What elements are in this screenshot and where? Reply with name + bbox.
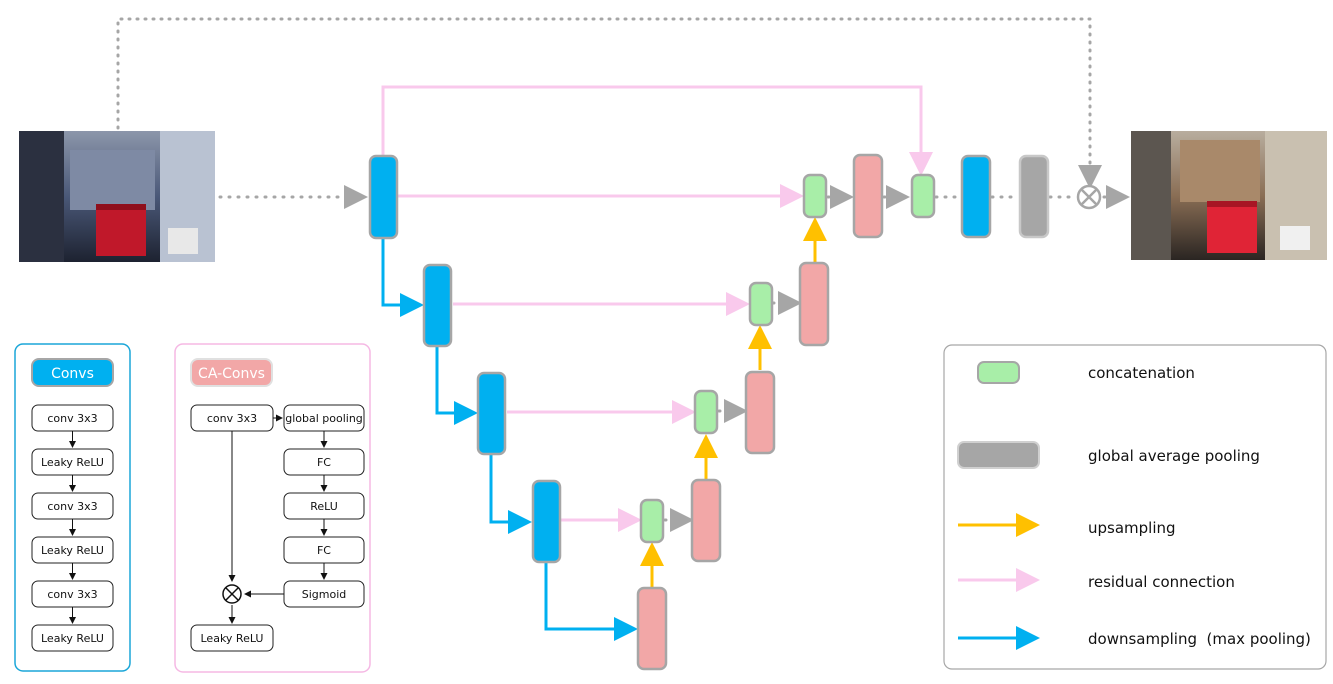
ca-conv-layer: conv 3x3: [207, 412, 257, 425]
residual-top-long: [381, 85, 933, 176]
input-image: [19, 131, 215, 262]
output-image: [1131, 131, 1327, 260]
encoder-conv-block-1: [368, 154, 399, 240]
ca-fc-2: FC: [317, 544, 331, 557]
ca-convs-detail-box: CA-Convs conv 3x3 global pooling FC ReLU…: [174, 343, 371, 673]
convs-layer: conv 3x3: [47, 588, 97, 601]
convs-layer: Leaky ReLU: [41, 632, 104, 645]
legend-label-concatenation: concatenation: [1088, 364, 1195, 382]
ca-convs-title: CA-Convs: [198, 366, 265, 382]
decoder-ca-block-4: [690, 478, 722, 563]
encoder-conv-block-4: [531, 479, 562, 564]
convs-layer: conv 3x3: [47, 412, 97, 425]
concat-block-3: [693, 389, 719, 435]
legend-pool-swatch: [957, 441, 1040, 469]
decoder-ca-block-3: [744, 370, 776, 455]
legend-label-upsampling: upsampling: [1088, 519, 1176, 537]
concat-block-1: [802, 173, 828, 219]
encoder-conv-block-2: [422, 263, 453, 348]
convs-layer: conv 3x3: [47, 500, 97, 513]
downsample-2: [435, 346, 478, 425]
multiply-operator-icon: [1076, 184, 1102, 210]
ca-global-pooling: global pooling: [285, 412, 363, 425]
unet-diagram: Convs conv 3x3 Leaky ReLU conv 3x3 Leaky…: [14, 17, 1327, 673]
downsample-3: [489, 454, 532, 534]
convs-title: Convs: [51, 366, 94, 382]
ca-relu: ReLU: [310, 500, 338, 513]
encoder-conv-block-3: [476, 371, 507, 456]
concat-block-top: [910, 173, 936, 219]
convs-layer: Leaky ReLU: [41, 544, 104, 557]
downsample-1: [381, 238, 424, 317]
ca-multiply-icon: [222, 584, 242, 604]
legend-label-downsampling: downsampling (max pooling): [1088, 630, 1311, 648]
ca-leaky-relu: Leaky ReLU: [201, 632, 264, 645]
ca-fc-1: FC: [317, 456, 331, 469]
legend-label-residual: residual connection: [1088, 573, 1235, 591]
legend-label-pooling: global average pooling: [1088, 447, 1260, 465]
downsample-4: [544, 562, 638, 641]
decoder-ca-block-1: [852, 153, 884, 239]
legend: concatenation global average pooling ups…: [943, 344, 1327, 670]
bottleneck-ca-block: [636, 586, 668, 671]
final-conv-block: [960, 154, 992, 239]
convs-detail-box: Convs conv 3x3 Leaky ReLU conv 3x3 Leaky…: [14, 343, 131, 672]
concat-block-2: [748, 281, 774, 327]
legend-concat-swatch: [977, 361, 1020, 384]
convs-layer: Leaky ReLU: [41, 456, 104, 469]
ca-sigmoid: Sigmoid: [302, 588, 347, 601]
decoder-ca-block-2: [798, 261, 830, 347]
concat-block-4: [639, 498, 665, 544]
global-average-pooling-block: [1018, 154, 1050, 239]
global-skip-connection: [116, 17, 1102, 189]
